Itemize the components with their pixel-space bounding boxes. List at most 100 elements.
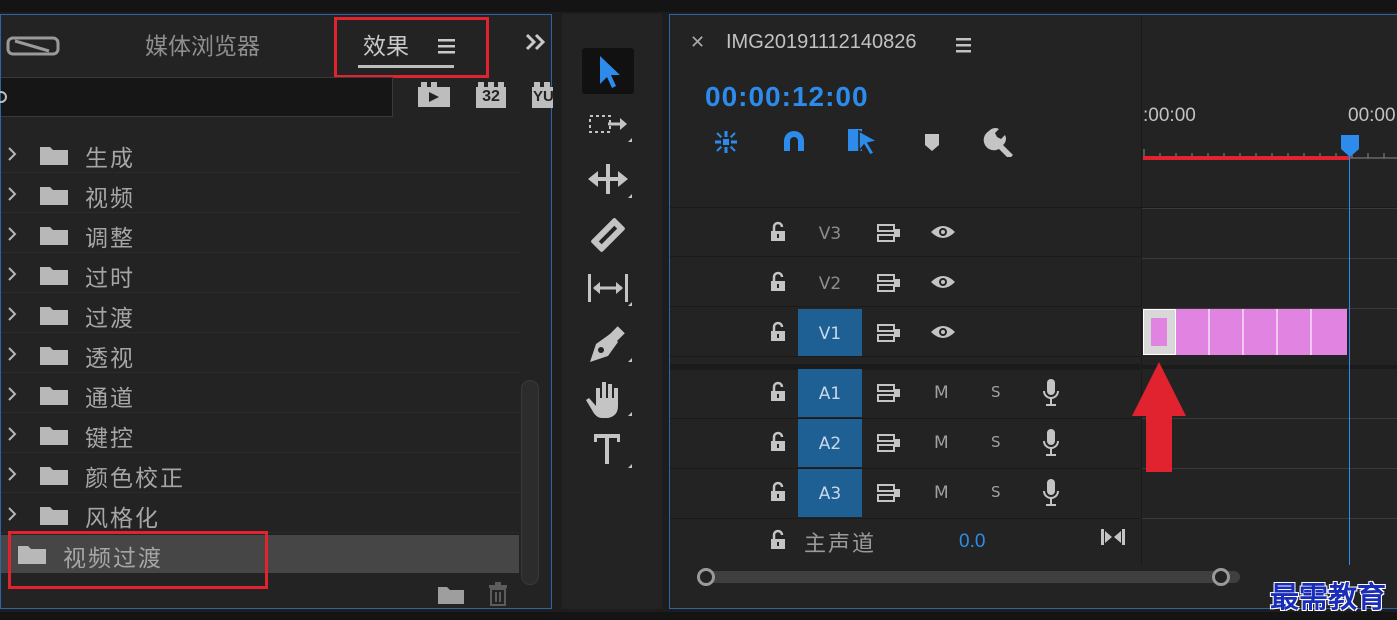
video-clip-segment[interactable]: [1312, 309, 1347, 355]
mute-button[interactable]: M: [934, 483, 949, 503]
lock-icon[interactable]: [768, 381, 788, 403]
wrench-settings-icon[interactable]: [983, 125, 1015, 157]
highlight-box-effects-tab: [334, 17, 489, 78]
folder-icon: [40, 187, 68, 205]
solo-button[interactable]: S: [991, 433, 1001, 451]
effects-scrollbar[interactable]: [521, 380, 539, 585]
track-label-v3[interactable]: V3: [798, 209, 862, 256]
nest-toggle-icon[interactable]: [710, 127, 742, 157]
folder-icon: [40, 387, 68, 405]
lock-icon[interactable]: [768, 221, 788, 243]
eye-icon[interactable]: [929, 223, 957, 241]
sync-lock-icon[interactable]: [876, 382, 904, 404]
chevron-right-icon[interactable]: [5, 226, 19, 242]
track-label-v1[interactable]: V1: [798, 309, 862, 356]
lock-icon[interactable]: [768, 271, 788, 293]
folder-row-adjust[interactable]: 调整: [1, 215, 519, 253]
eye-icon[interactable]: [929, 323, 957, 341]
sync-lock-icon[interactable]: [876, 322, 904, 344]
chevron-right-icon[interactable]: [5, 146, 19, 162]
folder-row-video[interactable]: 视频: [1, 175, 519, 213]
lock-icon[interactable]: [768, 481, 788, 503]
trash-icon[interactable]: [487, 582, 509, 606]
microphone-icon[interactable]: [1041, 427, 1061, 459]
master-volume-value[interactable]: 0.0: [959, 531, 985, 553]
chevron-right-icon[interactable]: [5, 506, 19, 522]
mute-button[interactable]: M: [934, 433, 949, 453]
lock-icon[interactable]: [768, 529, 788, 551]
video-clip-segment[interactable]: [1244, 309, 1278, 355]
track-label-a3[interactable]: A3: [798, 469, 862, 517]
new-bin-icon[interactable]: [437, 585, 465, 605]
chevron-right-icon[interactable]: [5, 266, 19, 282]
panel-overflow-icon[interactable]: [523, 31, 549, 53]
folder-icon: [40, 467, 68, 485]
folder-row-stylize[interactable]: 风格化: [1, 495, 519, 533]
chevron-right-icon[interactable]: [5, 346, 19, 362]
slip-tool-button[interactable]: [582, 266, 634, 312]
mute-button[interactable]: M: [934, 383, 949, 403]
video-clip-segment[interactable]: [1278, 309, 1312, 355]
track-select-tool-button[interactable]: [582, 104, 634, 150]
video-clip-segment[interactable]: [1176, 309, 1210, 355]
folder-row-perspective[interactable]: 透视: [1, 335, 519, 373]
eye-icon[interactable]: [929, 273, 957, 291]
video-clip-segment[interactable]: [1210, 309, 1244, 355]
zoom-scrollbar[interactable]: [700, 571, 1240, 583]
chevron-right-icon[interactable]: [5, 386, 19, 402]
lock-icon[interactable]: [768, 321, 788, 343]
tab-media-browser[interactable]: 媒体浏览器: [145, 27, 260, 61]
microphone-icon[interactable]: [1041, 377, 1061, 409]
chevron-right-icon[interactable]: [5, 466, 19, 482]
accelerated-effects-icon[interactable]: [417, 81, 451, 109]
chevron-right-icon[interactable]: [5, 306, 19, 322]
track-row-v3: V3: [670, 209, 1140, 257]
folder-icon: [40, 507, 68, 525]
folder-row-obsolete[interactable]: 过时: [1, 255, 519, 293]
folder-icon: [40, 227, 68, 245]
selection-tool-button[interactable]: [582, 48, 634, 94]
linked-selection-icon[interactable]: [845, 125, 879, 157]
sequence-tab-title[interactable]: IMG20191112140826: [726, 31, 917, 54]
track-label-a2[interactable]: A2: [798, 419, 862, 467]
snap-magnet-icon[interactable]: [778, 127, 810, 157]
zoom-handle-left[interactable]: [697, 568, 715, 586]
hand-tool-button[interactable]: [582, 376, 634, 422]
clip-first-frame[interactable]: [1143, 309, 1176, 355]
microphone-icon[interactable]: [1041, 477, 1061, 509]
playhead-handle-icon[interactable]: [1339, 133, 1361, 159]
sync-lock-icon[interactable]: [876, 432, 904, 454]
sync-lock-icon[interactable]: [876, 272, 904, 294]
solo-button[interactable]: S: [991, 483, 1001, 501]
solo-button[interactable]: S: [991, 383, 1001, 401]
folder-row-generate[interactable]: 生成: [1, 135, 519, 173]
sync-lock-icon[interactable]: [876, 482, 904, 504]
search-input[interactable]: [0, 77, 393, 117]
track-label-v2[interactable]: V2: [798, 259, 862, 306]
track-label-a1[interactable]: A1: [798, 369, 862, 417]
folder-row-channel[interactable]: 通道: [1, 375, 519, 413]
lock-icon[interactable]: [768, 431, 788, 453]
pen-tool-button[interactable]: [582, 322, 634, 368]
project-tab-icon[interactable]: [5, 33, 63, 59]
32bit-effects-icon[interactable]: 32: [475, 81, 507, 109]
ripple-edit-tool-button[interactable]: [582, 158, 634, 204]
ruler-label-next: 00:00: [1348, 105, 1396, 126]
chevron-right-icon[interactable]: [5, 186, 19, 202]
yuv-effects-icon[interactable]: YU: [531, 81, 553, 109]
folder-row-transition[interactable]: 过渡: [1, 295, 519, 333]
playhead-line[interactable]: [1349, 141, 1350, 565]
add-marker-icon[interactable]: [922, 131, 942, 155]
chevron-right-icon[interactable]: [5, 426, 19, 442]
sync-lock-icon[interactable]: [876, 222, 904, 244]
sequence-menu-icon[interactable]: [955, 37, 973, 53]
playhead-timecode[interactable]: 00:00:12:00: [705, 81, 869, 113]
folder-icon: [40, 267, 68, 285]
zoom-handle-right[interactable]: [1212, 568, 1230, 586]
type-tool-button[interactable]: [582, 428, 634, 474]
collapse-tracks-icon[interactable]: [1100, 527, 1126, 547]
razor-tool-button[interactable]: [582, 212, 634, 258]
folder-row-color-correction[interactable]: 颜色校正: [1, 455, 519, 493]
folder-row-keying[interactable]: 键控: [1, 415, 519, 453]
close-icon[interactable]: ✕: [690, 32, 705, 53]
